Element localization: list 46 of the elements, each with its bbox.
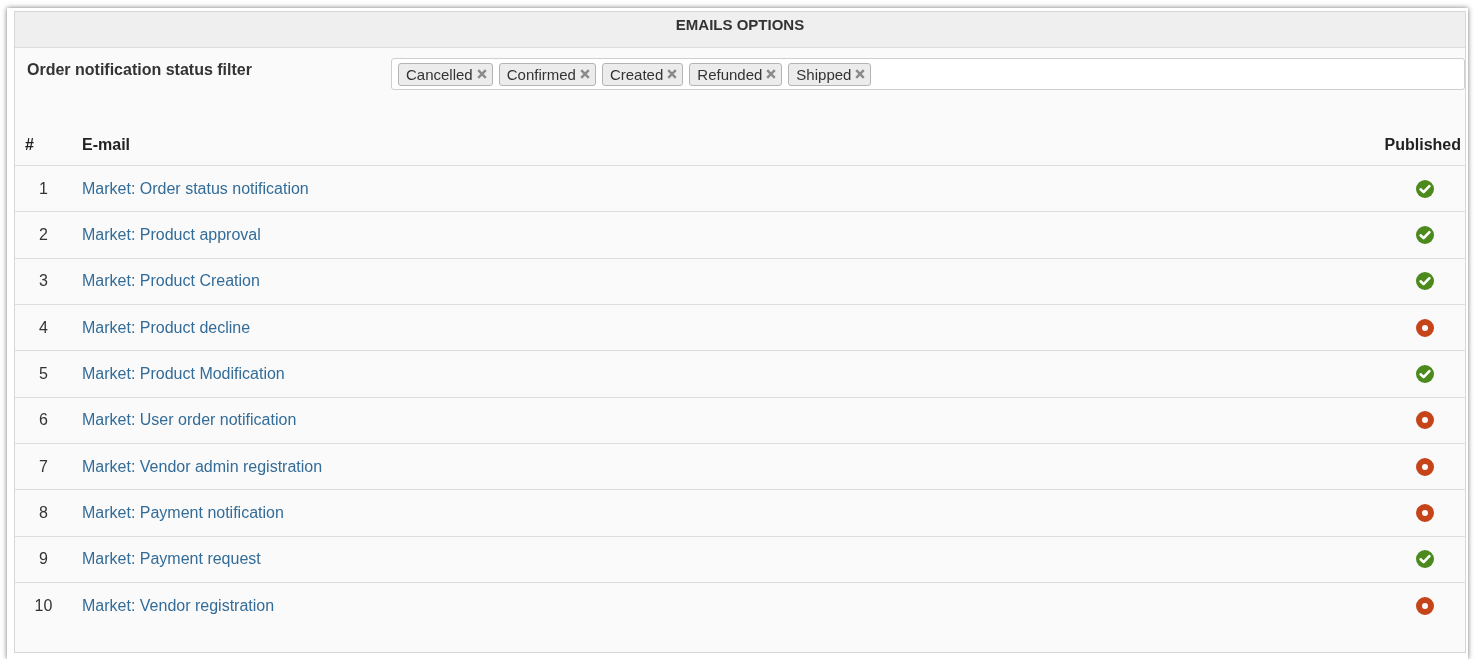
email-link[interactable]: Market: Product Modification (82, 364, 285, 382)
column-header: E-mail (81, 135, 131, 154)
email-link[interactable]: Market: Vendor admin registration (82, 457, 323, 475)
tag-label: Cancelled (406, 65, 473, 83)
close-icon[interactable] (855, 69, 866, 79)
close-icon[interactable] (579, 69, 590, 79)
email-link[interactable]: Market: Product decline (82, 318, 251, 336)
column-header: Published (1384, 135, 1462, 154)
ring-icon[interactable] (1415, 411, 1434, 430)
ring-icon[interactable] (1415, 457, 1434, 476)
check-circle-icon[interactable] (1415, 550, 1434, 569)
column-header: # (24, 135, 35, 154)
tag-label: Refunded (697, 65, 763, 83)
check-circle-icon[interactable] (1415, 226, 1434, 244)
row-number: 9 (39, 550, 48, 569)
panel-title: EMAILS OPTIONS (675, 15, 805, 33)
ring-icon[interactable] (1415, 597, 1434, 616)
email-link[interactable]: Market: User order notification (82, 411, 297, 429)
row-number: 5 (39, 364, 48, 383)
email-link[interactable]: Market: Product approval (82, 226, 261, 243)
tag-label: Shipped (796, 65, 852, 83)
check-circle-icon[interactable] (1415, 272, 1434, 291)
email-link[interactable]: Market: Order status notification (82, 179, 309, 197)
close-icon[interactable] (667, 69, 678, 79)
email-link[interactable]: Market: Product Creation (82, 272, 260, 290)
tag-label: Confirmed (506, 65, 576, 83)
tag-label: Created (609, 65, 664, 83)
ring-icon[interactable] (1415, 318, 1434, 337)
email-link[interactable]: Market: Payment notification (82, 503, 284, 521)
close-icon[interactable] (476, 69, 487, 79)
check-circle-icon[interactable] (1415, 364, 1434, 383)
tag-input-field[interactable]: Cancelled Confirmed Created Refunded Shipped (391, 58, 1465, 90)
ring-icon[interactable] (1415, 503, 1434, 522)
close-icon[interactable] (766, 69, 777, 79)
row-number: 2 (39, 226, 48, 244)
email-link[interactable]: Market: Vendor registration (82, 597, 275, 615)
row-number: 7 (39, 457, 48, 476)
row-number: 3 (39, 272, 48, 291)
row-number: 4 (39, 318, 48, 337)
row-number: 10 (34, 597, 53, 616)
row-number: 8 (39, 503, 48, 522)
row-number: 6 (39, 411, 48, 430)
row-number: 1 (39, 179, 48, 198)
check-circle-icon[interactable] (1415, 179, 1434, 198)
email-link[interactable]: Market: Payment request (82, 550, 261, 568)
filter-label: Order notification status filter (27, 60, 253, 79)
